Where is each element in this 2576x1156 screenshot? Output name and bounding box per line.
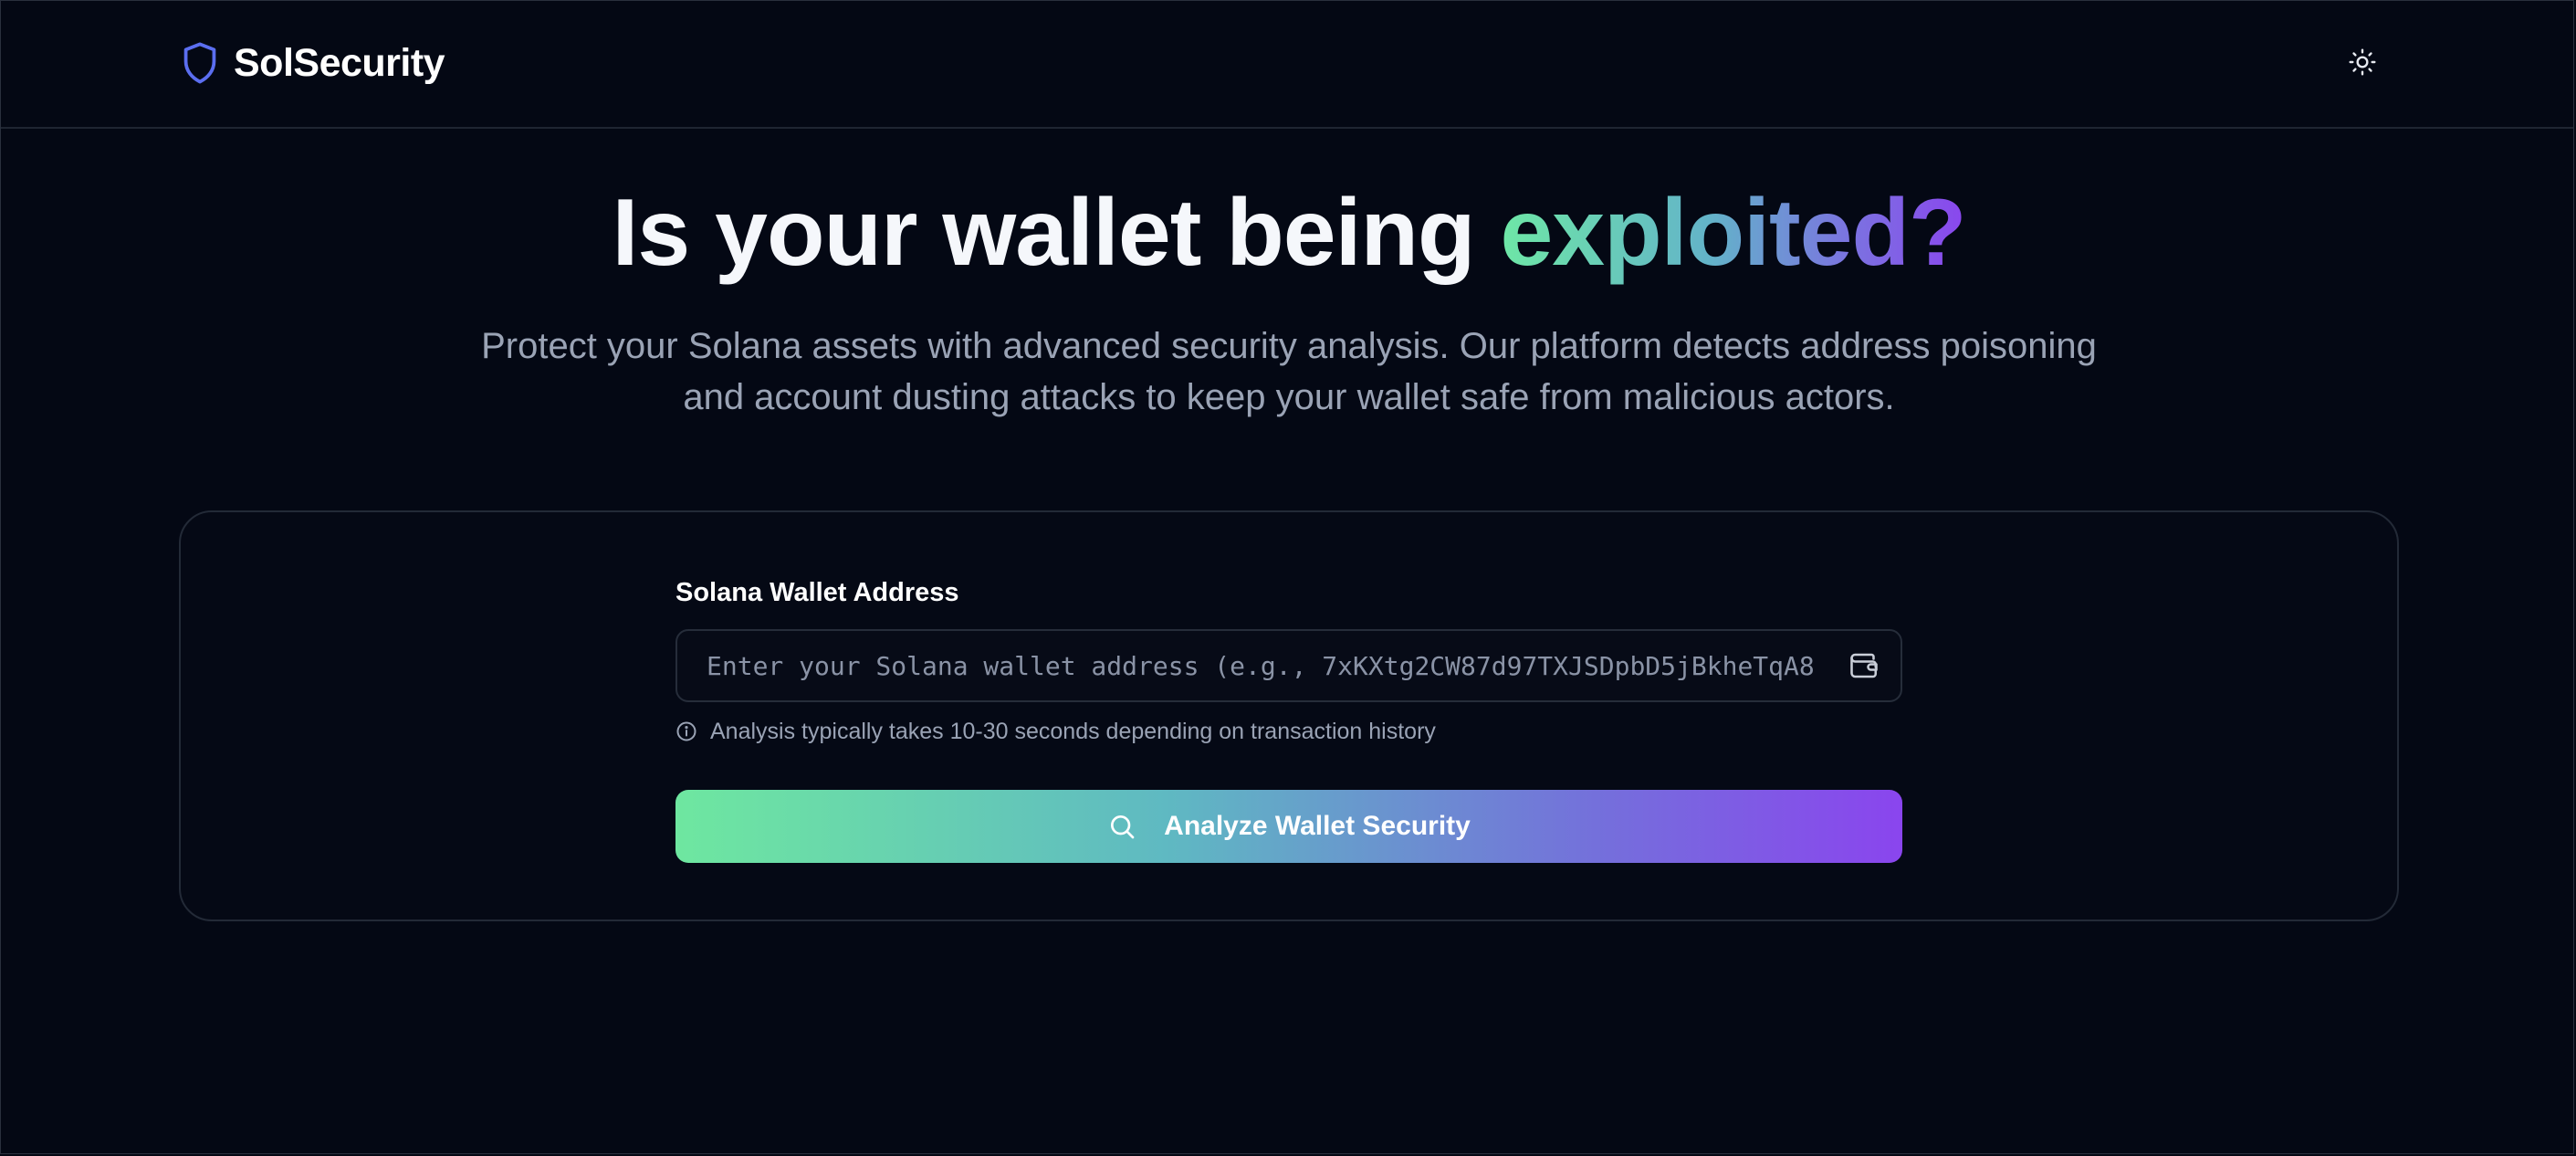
- info-icon: [675, 720, 697, 742]
- wallet-address-field[interactable]: [675, 629, 1902, 702]
- hero-subtitle: Protect your Solana assets with advanced…: [481, 326, 2097, 417]
- hero-title: Is your wallet being exploited?: [1, 176, 2576, 289]
- hint-text: Analysis typically takes 10-30 seconds d…: [710, 718, 1436, 744]
- hero-title-highlight: exploited?: [1500, 180, 1966, 286]
- wallet-icon: [1848, 649, 1880, 682]
- analyze-wallet-button[interactable]: Analyze Wallet Security: [675, 790, 1902, 863]
- analysis-hint: Analysis typically takes 10-30 seconds d…: [675, 715, 1436, 748]
- brand-name: SolSecurity: [234, 40, 445, 85]
- sun-icon: [2348, 47, 2377, 77]
- wallet-address-label: Solana Wallet Address: [675, 578, 959, 607]
- app-window: SolSecurity Is your wallet being exploit…: [0, 0, 2574, 1154]
- shield-icon: [181, 41, 219, 85]
- brand[interactable]: SolSecurity: [181, 37, 445, 89]
- top-nav: SolSecurity: [1, 1, 2573, 129]
- analyze-button-label: Analyze Wallet Security: [1164, 811, 1471, 841]
- hero-title-prefix: Is your wallet being: [612, 180, 1501, 286]
- theme-toggle-button[interactable]: [2343, 43, 2382, 81]
- wallet-address-input[interactable]: [677, 631, 1837, 700]
- search-icon: [1107, 812, 1136, 841]
